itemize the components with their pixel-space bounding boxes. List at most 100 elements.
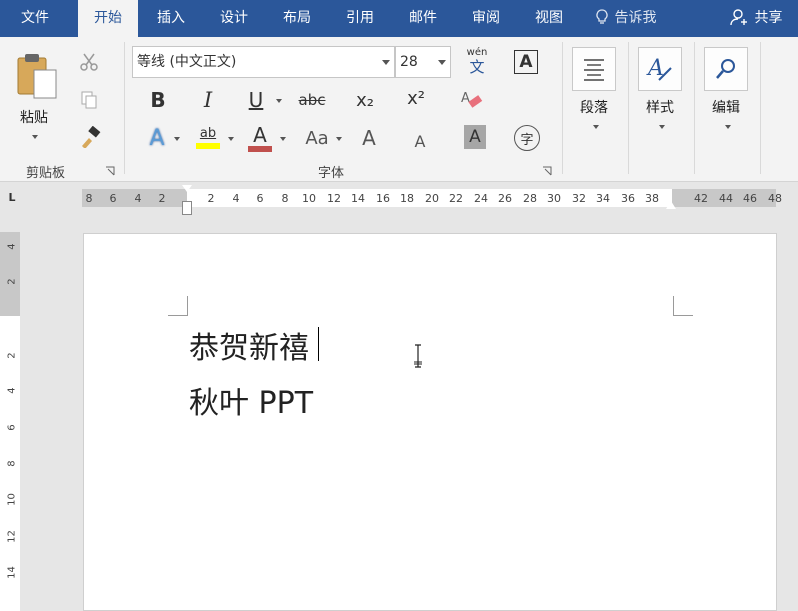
font-color-bar [248,145,272,152]
styles-dropdown-icon[interactable] [659,125,665,129]
styles-icon[interactable]: A [638,47,682,91]
divider [760,42,761,174]
underline-button[interactable]: U [244,87,268,113]
font-group-label: 字体 [318,166,345,181]
tab-references[interactable]: 引用 [331,0,389,37]
ruler-number: 46 [743,192,757,205]
char-shading-button[interactable]: A [464,125,486,149]
hanging-indent-marker[interactable] [182,201,192,215]
ruler-number: 38 [645,192,659,205]
phonetic-bottom: 文 [469,57,485,76]
tell-me-label: 告诉我 [614,10,657,26]
tab-mailings[interactable]: 邮件 [394,0,452,37]
first-line-indent-marker[interactable] [182,185,192,192]
divider [562,42,563,174]
font-color-button[interactable]: A [246,123,274,153]
shrink-font-button[interactable]: A [408,129,432,153]
tab-view[interactable]: 视图 [520,0,578,37]
ruler-number: 14 [351,192,365,205]
paragraph-label[interactable]: 段落 [580,97,608,117]
styles-label[interactable]: 样式 [646,97,674,117]
vertical-ruler-number: 4 [6,243,18,250]
margin-corner-left [168,296,188,316]
divider [628,42,629,174]
ruler-number: 4 [232,192,240,205]
document-line-1[interactable]: 恭贺新禧 [189,323,309,367]
bold-button[interactable]: B [146,87,170,113]
paragraph-icon[interactable] [572,47,616,91]
tab-insert[interactable]: 插入 [142,0,200,37]
font-name-dropdown-icon[interactable] [382,60,390,65]
font-size-combo[interactable]: 28 [395,46,451,78]
copy-icon[interactable] [78,89,100,111]
divider [694,42,695,174]
document-line-2[interactable]: 秋叶 PPT [189,378,313,422]
editing-label[interactable]: 编辑 [712,97,740,117]
ruler-number: 26 [498,192,512,205]
phonetic-guide-button[interactable]: wén 文 [462,45,492,77]
font-dialog-launcher-icon[interactable] [541,165,553,177]
paste-icon[interactable] [12,51,62,101]
enclose-characters-button[interactable]: 字 [514,125,540,151]
font-name-combo[interactable]: 等线 (中文正文) [132,46,395,78]
font-size-value: 28 [400,54,418,70]
strikethrough-button[interactable]: abc [296,87,328,113]
vertical-ruler[interactable]: 4 2 2 4 6 8 10 12 14 [0,232,20,611]
svg-text:A: A [461,91,470,106]
ruler-number: 36 [621,192,635,205]
lightbulb-icon [594,0,610,37]
change-case-dropdown-icon[interactable] [336,137,342,141]
superscript-button[interactable]: x² [402,85,430,111]
tab-layout[interactable]: 布局 [268,0,326,37]
tab-design[interactable]: 设计 [205,0,263,37]
ruler-number: 2 [207,192,215,205]
tab-review[interactable]: 审阅 [457,0,515,37]
ruler-number: 28 [523,192,537,205]
underline-dropdown-icon[interactable] [276,99,282,103]
document-page[interactable] [83,233,777,611]
paste-dropdown-icon[interactable] [32,135,38,139]
change-case-button[interactable]: Aa [300,125,334,151]
ruler-number: 2 [158,192,166,205]
right-indent-marker[interactable] [666,201,676,209]
tab-file[interactable]: 文件 [0,0,70,37]
clear-formatting-icon[interactable]: A [458,87,484,113]
vertical-ruler-number: 8 [6,460,18,467]
ruler-number: 42 [694,192,708,205]
ruler-number: 4 [134,192,142,205]
tell-me-search[interactable]: 告诉我 [594,0,656,37]
share-label: 共享 [754,10,783,26]
char-border-button[interactable]: A [514,50,538,74]
editing-dropdown-icon[interactable] [725,125,731,129]
ribbon-tab-bar: 文件 开始 插入 设计 布局 引用 邮件 审阅 视图 告诉我 共享 [0,0,798,37]
text-effects-dropdown-icon[interactable] [174,137,180,141]
font-size-dropdown-icon[interactable] [438,60,446,65]
grow-font-button[interactable]: A [356,125,382,151]
clipboard-group-label: 剪贴板 [26,166,66,181]
paragraph-dropdown-icon[interactable] [593,125,599,129]
ruler-number: 6 [109,192,117,205]
highlight-button[interactable]: ab [194,123,222,153]
highlight-dropdown-icon[interactable] [228,137,234,141]
highlight-glyph: ab [199,126,217,141]
cut-icon[interactable] [78,51,100,73]
tab-home[interactable]: 开始 [78,0,138,37]
text-effects-button[interactable]: A [144,123,170,153]
share-button[interactable]: 共享 [730,0,782,37]
font-color-glyph: A [253,122,267,147]
ruler-number: 22 [449,192,463,205]
horizontal-ruler[interactable]: L 8 6 4 2 2 4 6 8 10 12 14 16 18 20 22 24 26 28 30 32 34 36 38… [0,183,798,215]
subscript-button[interactable]: x₂ [352,87,378,113]
dialog-launcher-icon[interactable] [104,165,116,177]
font-name-value: 等线 (中文正文) [137,54,237,70]
font-color-dropdown-icon[interactable] [280,137,286,141]
ruler-number: 20 [425,192,439,205]
paste-label[interactable]: 粘贴 [20,107,48,127]
italic-button[interactable]: I [196,87,220,113]
tab-selector[interactable]: L [4,191,20,207]
ruler-number: 48 [768,192,782,205]
add-person-icon [730,9,754,26]
search-icon[interactable] [704,47,748,91]
vertical-ruler-number: 2 [6,278,18,285]
format-painter-icon[interactable] [78,125,102,149]
